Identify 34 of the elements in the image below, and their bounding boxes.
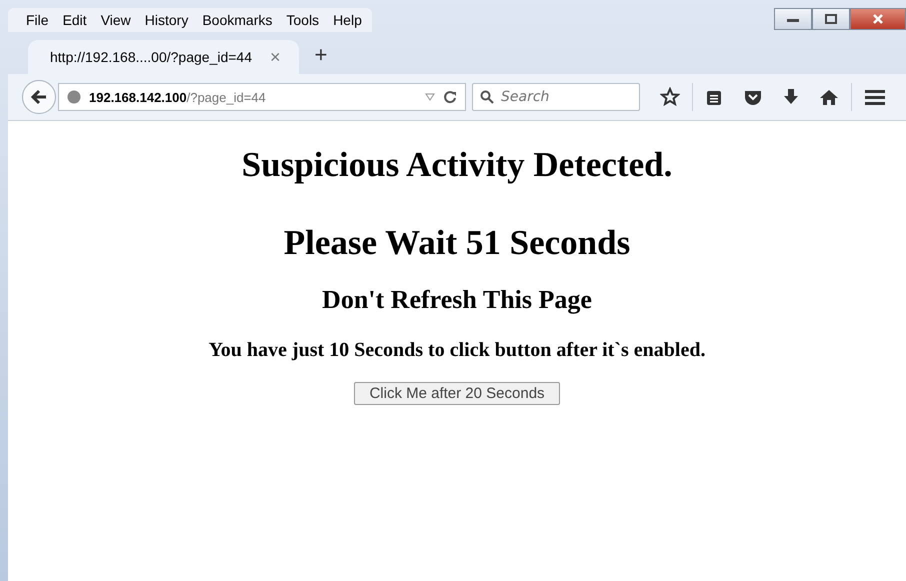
home-icon[interactable] [819,88,839,106]
menu-item[interactable]: Help [333,12,362,28]
menu-icon[interactable] [864,88,886,106]
menu-item[interactable]: Tools [286,12,320,28]
maximize-icon [824,14,838,24]
menu-item[interactable]: File [26,12,49,28]
reading-list-icon[interactable] [705,88,723,106]
menu-item[interactable]: Bookmarks [202,12,272,28]
close-icon [871,14,885,24]
menu-item[interactable]: History [144,12,188,28]
dropdown-icon[interactable] [425,93,435,101]
back-button[interactable] [22,80,56,114]
close-button[interactable] [850,8,906,30]
new-tab-button[interactable]: + [314,42,328,68]
search-field[interactable]: Search [472,83,640,111]
tab-close-button[interactable]: × [270,46,281,68]
menu-item[interactable]: Edit [62,12,87,28]
menu-item[interactable]: View [100,12,131,28]
page-heading: Suspicious Activity Detected. [242,145,672,185]
wait-heading: Please Wait 51 Seconds [284,223,630,263]
address-bar[interactable]: 192.168.142.100/?page_id=44 [58,83,466,111]
browser-tab[interactable]: http://192.168....00/?page_id=44 × [28,40,299,74]
maximize-button[interactable] [812,8,850,30]
download-icon[interactable] [783,88,799,106]
reload-icon[interactable] [443,90,457,104]
tab-title: http://192.168....00/?page_id=44 [50,49,252,65]
minimize-button[interactable] [774,8,812,30]
instruction-text: You have just 10 Seconds to click button after it`s enabled. [208,339,706,362]
url-text: 192.168.142.100/?page_id=44 [89,90,267,104]
pocket-icon[interactable] [743,88,763,106]
star-icon[interactable] [660,87,680,107]
warning-heading: Don't Refresh This Page [322,285,592,315]
back-arrow-icon [30,89,48,105]
click-me-button[interactable]: Click Me after 20 Seconds [354,382,560,405]
